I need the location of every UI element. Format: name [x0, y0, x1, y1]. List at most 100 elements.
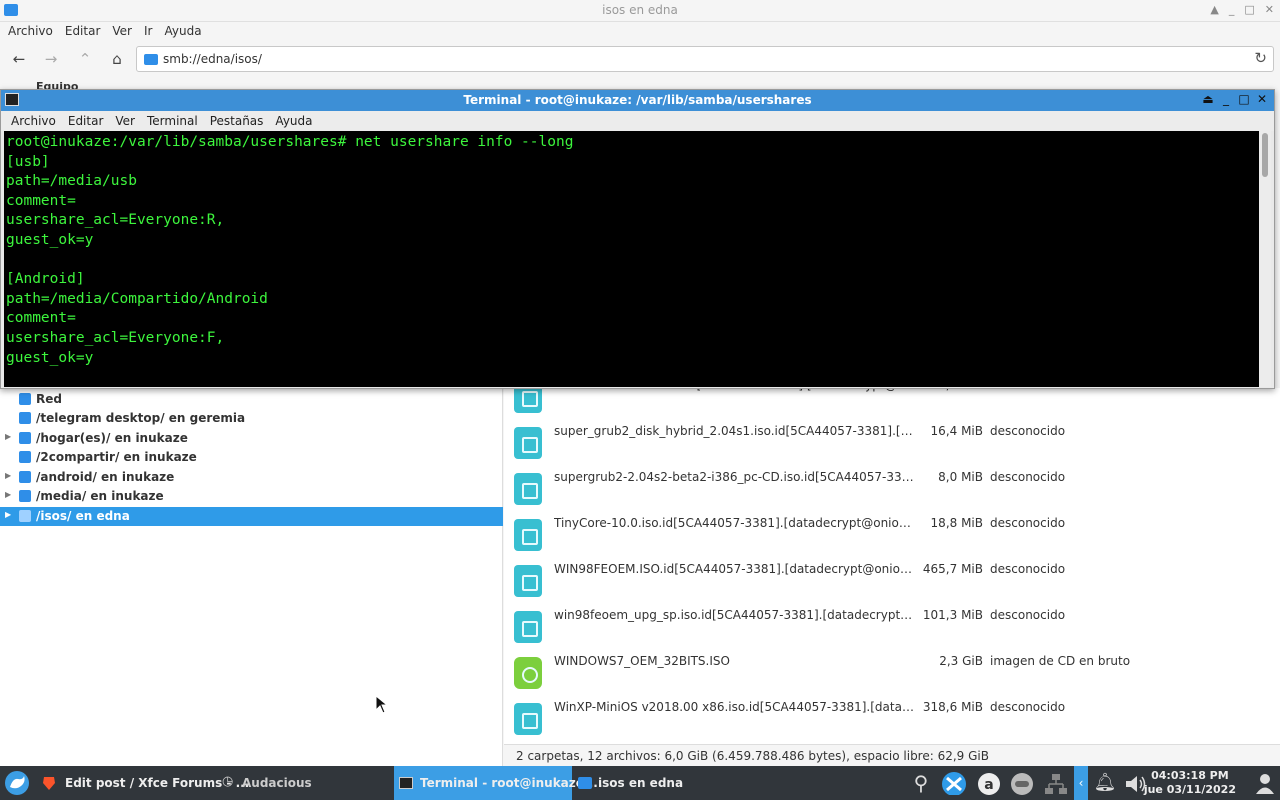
terminal-line: path=/media/Compartido/Android — [6, 290, 268, 307]
terminal-line: [usb] — [6, 153, 50, 170]
terminal-icon — [399, 777, 413, 789]
file-row[interactable]: WINDOWS7_OEM_32BITS.ISO 2,3 GiB imagen d… — [504, 651, 1280, 697]
menu-archivo[interactable]: Archivo — [5, 111, 62, 131]
encrypted-file-icon — [514, 473, 542, 505]
terminal-line: root@inukaze:/var/lib/samba/usershares# … — [6, 134, 574, 150]
taskbar-item-file-manager[interactable]: isos en edna — [572, 766, 742, 800]
terminal-menubar: Archivo Editar Ver Terminal Pestañas Ayu… — [1, 111, 1274, 131]
network-share-icon — [19, 432, 31, 444]
network-share-icon — [19, 471, 31, 483]
sidebar-item-hogar[interactable]: ▶ /hogar(es)/ en inukaze — [0, 429, 503, 448]
minimize-button[interactable]: _ — [1229, 3, 1235, 16]
file-row[interactable]: WinXP-MiniOS v2018.00 x86.iso.id[5CA4405… — [504, 697, 1280, 743]
network-icon — [19, 393, 31, 405]
terminal-line: guest_ok=y — [6, 231, 94, 248]
expand-arrow-icon[interactable]: ▶ — [5, 432, 11, 441]
user-icon[interactable] — [1254, 771, 1276, 795]
close-button[interactable]: ✕ — [1256, 92, 1268, 106]
terminal-line: [Android] — [6, 271, 85, 288]
location-path[interactable]: smb://edna/isos/ — [163, 52, 262, 66]
taskbar-item-terminal[interactable]: Terminal - root@inukaze:... — [394, 766, 602, 800]
file-manager-toolbar: ← → ⌃ ⌂ smb://edna/isos/ ↻ — [0, 42, 1280, 76]
taskbar-item-audacious[interactable]: ◷ Audacious — [218, 766, 388, 800]
parent-folder-icon[interactable]: ⌃ — [74, 48, 96, 70]
file-row[interactable]: win98feoem_upg_sp.iso.id[5CA44057-3381].… — [504, 605, 1280, 651]
encrypted-file-icon — [514, 565, 542, 597]
expand-arrow-icon[interactable]: ▶ — [5, 471, 11, 480]
window-title: isos en edna — [602, 3, 678, 17]
menu-ver[interactable]: Ver — [106, 22, 138, 42]
network-share-icon — [19, 451, 31, 463]
brave-browser-icon — [43, 777, 55, 790]
clock[interactable]: 04:03:18 PM jue 03/11/2022 — [1144, 769, 1236, 797]
menu-ayuda[interactable]: Ayuda — [158, 22, 207, 42]
menu-editar[interactable]: Editar — [62, 111, 110, 131]
taskbar-item-browser[interactable]: Edit post / Xfce Forums - ... — [38, 766, 249, 800]
terminal-scrollbar[interactable] — [1259, 131, 1271, 387]
taskbar: Edit post / Xfce Forums - ... ◷ Audaciou… — [0, 766, 1280, 800]
status-text: 2 carpetas, 12 archivos: 6,0 GiB (6.459.… — [516, 749, 989, 763]
scrollbar-thumb[interactable] — [1262, 133, 1268, 177]
notification-bell-icon[interactable]: 🔔︎ — [1092, 771, 1118, 795]
clock-time: 04:03:18 PM — [1151, 769, 1229, 782]
menu-terminal[interactable]: Terminal — [141, 111, 204, 131]
menu-archivo[interactable]: Archivo — [2, 22, 59, 42]
menu-ir[interactable]: Ir — [138, 22, 158, 42]
terminal-line: path=/media/usb — [6, 173, 137, 190]
cd-image-icon — [514, 657, 542, 689]
maximize-button[interactable]: □ — [1244, 3, 1254, 16]
paperclip-icon[interactable]: ⚲ — [908, 771, 934, 795]
file-row[interactable]: supergrub2-2.04s2-beta2-i386_pc-CD.iso.i… — [504, 467, 1280, 513]
network-icon[interactable] — [1042, 771, 1068, 795]
menu-editar[interactable]: Editar — [59, 22, 107, 42]
terminal-line: comment= — [6, 192, 76, 209]
sidebar-item-media[interactable]: ▶ /media/ en inukaze — [0, 487, 503, 506]
shade-window-icon[interactable]: ▲ — [1210, 3, 1218, 16]
shade-window-icon[interactable]: ⏏ — [1202, 92, 1214, 106]
expand-arrow-icon[interactable]: ▶ — [5, 510, 11, 519]
file-manager-menubar: Archivo Editar Ver Ir Ayuda — [0, 22, 1280, 42]
sidebar-item-2compartir[interactable]: /2compartir/ en inukaze — [0, 448, 503, 467]
terminal-line: usershare_acl=Everyone:R, — [6, 212, 225, 229]
collapse-tray-icon[interactable]: ‹ — [1074, 766, 1088, 800]
terminal-window[interactable]: Terminal - root@inukaze: /var/lib/samba/… — [0, 89, 1275, 389]
gamepad-icon[interactable] — [1008, 771, 1034, 795]
sidebar-item-telegram-desktop[interactable]: /telegram desktop/ en geremia — [0, 409, 503, 428]
maximize-button[interactable]: □ — [1238, 92, 1250, 106]
amule-icon[interactable]: a — [976, 771, 1002, 795]
teamviewer-icon[interactable] — [940, 771, 966, 795]
expand-arrow-icon[interactable]: ▶ — [5, 490, 11, 499]
menu-ver[interactable]: Ver — [109, 111, 141, 131]
encrypted-file-icon — [514, 703, 542, 735]
audacious-icon: ◷ — [222, 774, 234, 789]
terminal-title: Terminal - root@inukaze: /var/lib/samba/… — [463, 93, 812, 107]
close-button[interactable]: ✕ — [1265, 3, 1274, 16]
terminal-line: usershare_acl=Everyone:F, — [6, 329, 225, 346]
status-bar: 2 carpetas, 12 archivos: 6,0 GiB (6.459.… — [504, 744, 1280, 766]
menu-pestanas[interactable]: Pestañas — [204, 111, 270, 131]
whisker-menu-icon[interactable] — [4, 770, 30, 796]
forward-arrow-icon[interactable]: → — [40, 48, 62, 70]
clock-date: jue 03/11/2022 — [1143, 783, 1236, 796]
file-row[interactable]: TinyCore-10.0.iso.id[5CA44057-3381].[dat… — [504, 513, 1280, 559]
sidebar-item-isos[interactable]: ▶ /isos/ en edna — [0, 507, 503, 526]
file-row[interactable]: super_grub2_disk_hybrid_2.04s1.iso.id[5C… — [504, 421, 1280, 467]
reload-icon[interactable]: ↻ — [1254, 49, 1267, 67]
encrypted-file-icon — [514, 611, 542, 643]
svg-text:a: a — [984, 777, 993, 793]
file-row[interactable]: WIN98FEOEM.ISO.id[5CA44057-3381].[datade… — [504, 559, 1280, 605]
back-arrow-icon[interactable]: ← — [8, 48, 30, 70]
sidebar-item-android[interactable]: ▶ /android/ en inukaze — [0, 468, 503, 487]
home-icon[interactable]: ⌂ — [106, 48, 128, 70]
sidebar-item-red[interactable]: Red — [0, 390, 503, 409]
terminal-line: guest_ok=y — [6, 349, 94, 366]
terminal-output[interactable]: root@inukaze:/var/lib/samba/usershares# … — [4, 131, 1260, 387]
menu-ayuda[interactable]: Ayuda — [269, 111, 318, 131]
mouse-cursor-icon — [375, 695, 389, 714]
location-bar[interactable]: smb://edna/isos/ ↻ — [136, 46, 1274, 72]
minimize-button[interactable]: _ — [1220, 92, 1232, 106]
terminal-titlebar[interactable]: Terminal - root@inukaze: /var/lib/samba/… — [1, 90, 1274, 111]
network-share-icon — [19, 412, 31, 424]
folder-icon — [578, 777, 592, 789]
